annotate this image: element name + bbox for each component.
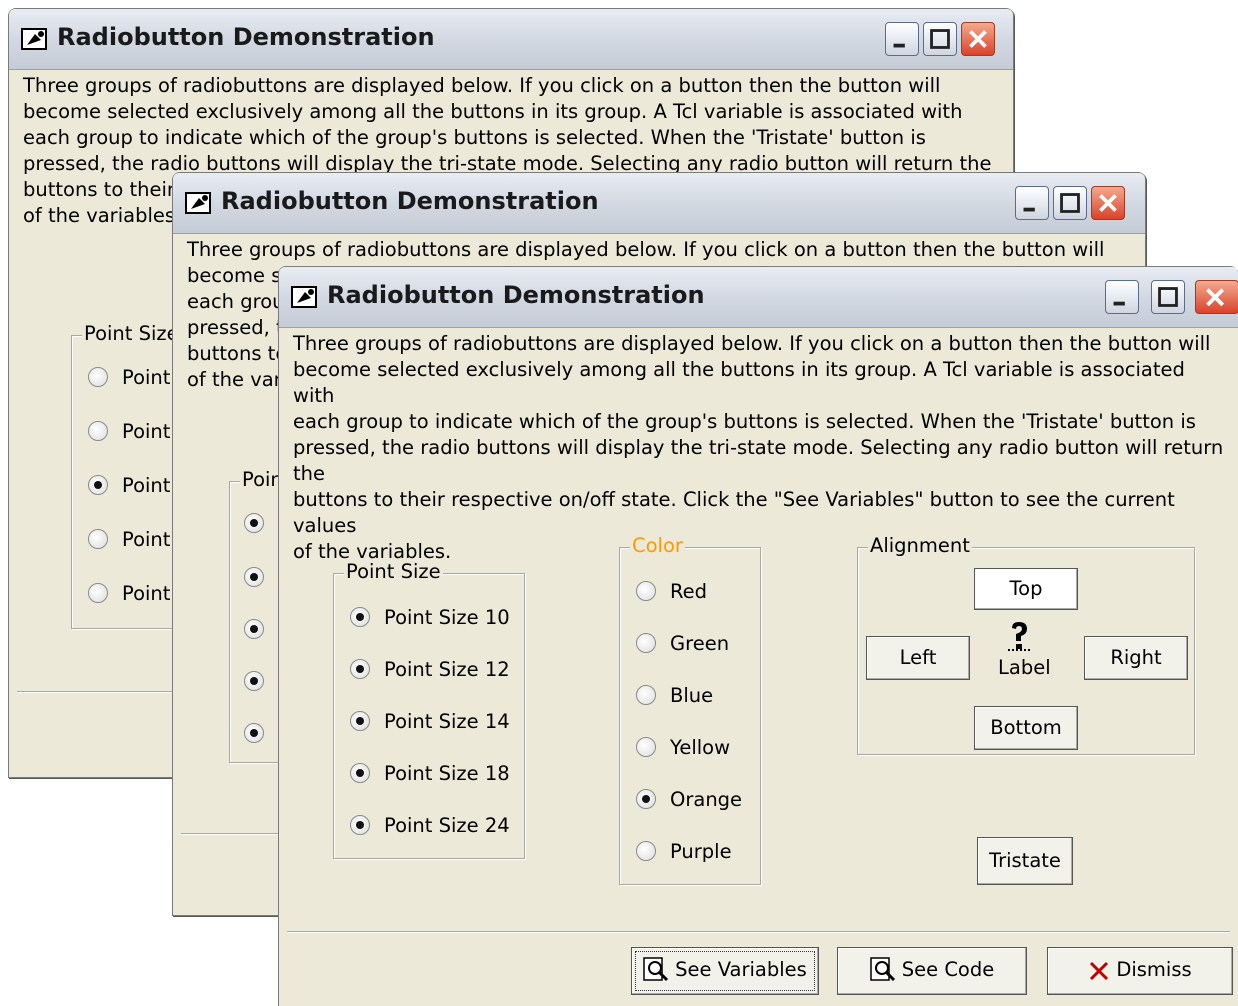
radio-circle [244,619,264,639]
center-label: Label [998,656,1051,679]
radio-circle [636,685,656,705]
radio-circle [350,763,370,783]
see-variables-label: See Variables [675,958,807,981]
minimize-icon [1023,207,1035,212]
align-top-button[interactable]: Top [974,568,1078,610]
window-demo-icon [185,192,211,214]
color-group: Color Red Green Blue Yellow Orange Purpl… [619,534,761,885]
radio-circle [350,815,370,835]
radio-circle [244,567,264,587]
magnifier-icon [870,957,895,982]
radio-blue[interactable]: Blue [636,684,713,707]
minimize-button[interactable] [1105,280,1139,314]
point-size-label: Point Size [344,560,443,583]
radio-point-size-24[interactable]: Point Size 24 [350,814,510,837]
radio-point[interactable]: Point [88,582,170,605]
divider [287,931,1230,933]
tristate-button[interactable]: Tristate [977,837,1073,885]
radio-purple[interactable]: Purple [636,840,732,863]
radio-circle [244,513,264,533]
alignment-label: Alignment [868,534,972,557]
magnifier-icon [643,957,669,982]
close-icon [1099,194,1117,212]
radio-point[interactable] [244,722,278,745]
question-mark-bitmap-icon [1008,622,1030,651]
radio-circle [636,633,656,653]
radio-point-size-14[interactable]: Point Size 14 [350,710,510,733]
radio-green[interactable]: Green [636,632,729,655]
maximize-button[interactable] [1053,186,1087,220]
maximize-icon [930,29,950,49]
maximize-button[interactable] [923,22,957,56]
radio-point-size-10[interactable]: Point Size 10 [350,606,510,629]
radio-circle [244,723,264,743]
align-bottom-button[interactable]: Bottom [974,706,1078,750]
color-label: Color [630,534,685,557]
dismiss-label: Dismiss [1116,958,1192,981]
title-bar[interactable]: Radiobutton Demonstration [9,9,1013,70]
radio-point-size-18[interactable]: Point Size 18 [350,762,510,785]
radio-point[interactable] [244,512,278,535]
close-button[interactable] [1091,186,1125,220]
radio-point[interactable]: Point [88,474,170,497]
radio-point[interactable] [244,618,278,641]
radio-circle [350,659,370,679]
radio-circle [636,737,656,757]
see-code-button[interactable]: See Code [837,947,1027,995]
radio-circle [88,367,108,387]
title-bar[interactable]: Radiobutton Demonstration [279,267,1238,328]
title-bar[interactable]: Radiobutton Demonstration [173,173,1145,234]
window-content: Three groups of radiobuttons are display… [287,327,1233,1006]
radio-point-size-12[interactable]: Point Size 12 [350,658,510,681]
see-code-label: See Code [901,958,995,981]
radio-circle [350,607,370,627]
radio-point[interactable] [244,670,278,693]
minimize-button[interactable] [1015,186,1049,220]
see-variables-button[interactable]: See Variables [631,947,819,995]
minimize-icon [893,43,905,48]
radio-red[interactable]: Red [636,580,707,603]
radio-circle [88,475,108,495]
dismiss-button[interactable]: Dismiss [1047,947,1233,995]
radio-yellow[interactable]: Yellow [636,736,730,759]
window-title: Radiobutton Demonstration [221,187,599,215]
close-button[interactable] [961,22,995,56]
window-demo-icon [291,286,317,308]
radio-circle [636,789,656,809]
close-icon [969,30,987,48]
radio-orange[interactable]: Orange [636,788,742,811]
radio-circle [636,841,656,861]
window-title: Radiobutton Demonstration [327,281,705,309]
group-label: Point Size [82,322,181,345]
close-icon [1206,288,1225,307]
minimize-button[interactable] [885,22,919,56]
front-window[interactable]: Radiobutton Demonstration Three groups o… [278,266,1238,1006]
maximize-icon [1060,193,1080,213]
align-left-button[interactable]: Left [866,636,970,680]
radio-circle [244,671,264,691]
point-size-group: Point Size Point Size 10 Point Size 12 P… [333,560,525,859]
window-title: Radiobutton Demonstration [57,23,435,51]
radio-circle [88,583,108,603]
window-demo-icon [21,28,47,50]
description-text: Three groups of radiobuttons are display… [293,332,1224,563]
radio-point[interactable]: Point [88,420,170,443]
alignment-group: Alignment Top Left Right Label Bottom [857,534,1195,755]
radio-circle [88,421,108,441]
maximize-button[interactable] [1151,280,1185,314]
align-right-button[interactable]: Right [1084,636,1188,680]
minimize-icon [1113,301,1125,306]
radio-circle [88,529,108,549]
maximize-icon [1158,287,1178,307]
radio-point[interactable]: Point [88,366,170,389]
radio-circle [350,711,370,731]
radio-circle [636,581,656,601]
radio-point[interactable]: Point [88,528,170,551]
x-close-icon [1090,961,1109,981]
close-button[interactable] [1195,280,1238,314]
radio-point[interactable] [244,566,278,589]
